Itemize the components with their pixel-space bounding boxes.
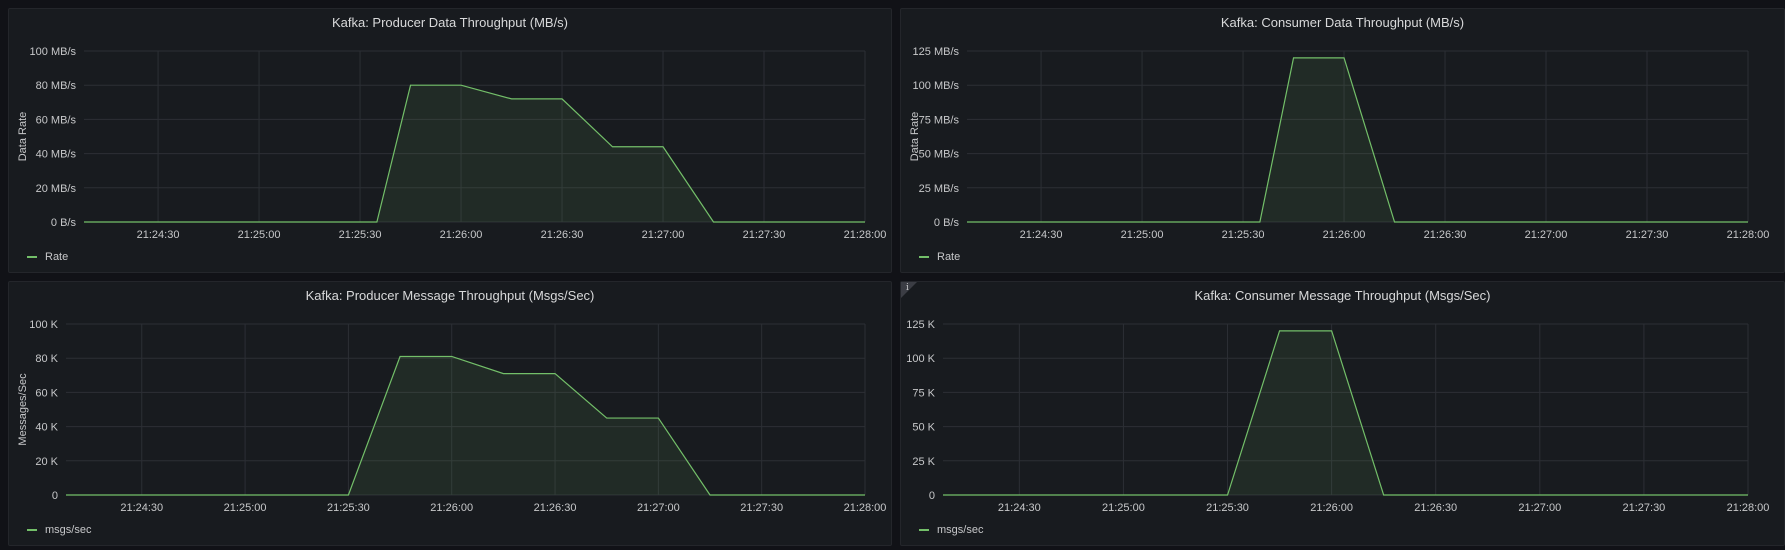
y-tick-label: 100 MB/s: [30, 46, 77, 58]
x-tick-label: 21:27:00: [642, 229, 685, 241]
x-tick-label: 21:25:30: [339, 229, 382, 241]
x-tick-label: 21:26:30: [541, 229, 584, 241]
x-tick-label: 21:24:30: [137, 229, 180, 241]
legend-label: Rate: [937, 251, 961, 263]
x-tick-label: 21:28:00: [1727, 502, 1770, 514]
panel-consumer-data-throughput[interactable]: Kafka: Consumer Data Throughput (MB/s) 0…: [900, 8, 1785, 273]
x-tick-label: 21:26:00: [1310, 502, 1353, 514]
x-tick-label: 21:27:30: [740, 502, 783, 514]
x-tick-label: 21:25:00: [224, 502, 267, 514]
x-tick-label: 21:26:00: [440, 229, 483, 241]
x-tick-label: 21:26:00: [1323, 229, 1366, 241]
y-tick-label: 0 B/s: [51, 217, 77, 229]
x-tick-label: 21:27:00: [1518, 502, 1561, 514]
y-tick-label: 50 K: [912, 422, 935, 434]
y-tick-label: 75 K: [912, 387, 935, 399]
x-tick-label: 21:25:30: [1222, 229, 1265, 241]
y-tick-label: 100 K: [29, 319, 58, 331]
legend-label: Rate: [45, 251, 69, 263]
y-tick-label: 20 MB/s: [36, 183, 77, 195]
legend[interactable]: Rate: [27, 251, 68, 263]
x-tick-label: 21:26:30: [1414, 502, 1457, 514]
legend[interactable]: msgs/sec: [27, 524, 91, 536]
legend[interactable]: msgs/sec: [919, 524, 983, 536]
panel-producer-data-throughput[interactable]: Kafka: Producer Data Throughput (MB/s) 0…: [8, 8, 892, 273]
y-tick-label: 40 MB/s: [36, 149, 77, 161]
legend-color-swatch: [27, 529, 37, 531]
legend-color-swatch: [919, 529, 929, 531]
legend-color-swatch: [919, 256, 929, 258]
y-tick-label: 20 K: [35, 456, 58, 468]
x-tick-label: 21:24:30: [1020, 229, 1063, 241]
x-tick-label: 21:24:30: [120, 502, 163, 514]
legend-label: msgs/sec: [45, 524, 92, 536]
chart-consumer-data-throughput: 0 B/s 25 MB/s 50 MB/s 75 MB/s 100 MB/s 125 MB…: [909, 46, 1770, 241]
x-tick-label: 21:27:00: [637, 502, 680, 514]
x-tick-label: 21:26:00: [430, 502, 473, 514]
legend[interactable]: Rate: [919, 251, 960, 263]
y-tick-label: 80 MB/s: [36, 80, 77, 92]
x-tick-label: 21:25:00: [1102, 502, 1145, 514]
x-tick-label: 21:25:00: [1121, 229, 1164, 241]
y-tick-label: 60 MB/s: [36, 114, 77, 126]
x-tick-label: 21:27:30: [743, 229, 786, 241]
panel-consumer-message-throughput[interactable]: i Kafka: Consumer Message Throughput (Ms…: [900, 281, 1785, 546]
y-tick-label: 60 K: [35, 387, 58, 399]
y-tick-label: 0 B/s: [934, 217, 960, 229]
y-tick-label: 75 MB/s: [919, 114, 960, 126]
y-tick-label: 0: [52, 490, 58, 502]
y-tick-label: 125 MB/s: [913, 46, 960, 58]
series-area-fill: [967, 57, 1748, 223]
series-area-fill: [66, 356, 865, 495]
y-tick-label: 25 K: [912, 456, 935, 468]
x-tick-label: 21:25:30: [327, 502, 370, 514]
y-tick-label: 40 K: [35, 422, 58, 434]
y-tick-label: 25 MB/s: [919, 183, 960, 195]
x-tick-label: 21:26:30: [1424, 229, 1467, 241]
series-area-fill: [943, 330, 1748, 495]
chart-consumer-message-throughput: 0 25 K 50 K 75 K 100 K 125 K 21:24:30 21:25:00 2…: [906, 319, 1770, 514]
y-tick-label: 100 K: [906, 353, 935, 365]
legend-color-swatch: [27, 256, 37, 258]
y-tick-label: 100 MB/s: [913, 80, 960, 92]
x-tick-label: 21:28:00: [844, 502, 887, 514]
y-axis-label: Data Rate: [17, 112, 29, 162]
y-axis-label: Messages/Sec: [17, 373, 29, 446]
legend-label: msgs/sec: [937, 524, 984, 536]
x-tick-label: 21:27:00: [1525, 229, 1568, 241]
x-tick-label: 21:27:30: [1622, 502, 1665, 514]
chart-producer-message-throughput: 0 20 K 40 K 60 K 80 K 100 K 21:24:30 21:25:00 21…: [17, 319, 887, 514]
x-tick-label: 21:25:30: [1206, 502, 1249, 514]
x-tick-label: 21:25:00: [238, 229, 281, 241]
panel-producer-message-throughput[interactable]: Kafka: Producer Message Throughput (Msgs…: [8, 281, 892, 546]
x-tick-label: 21:28:00: [844, 229, 887, 241]
y-tick-label: 0: [929, 490, 935, 502]
y-tick-label: 50 MB/s: [919, 149, 960, 161]
y-tick-label: 80 K: [35, 353, 58, 365]
x-tick-label: 21:26:30: [534, 502, 577, 514]
x-tick-label: 21:27:30: [1626, 229, 1669, 241]
y-axis-label: Data Rate: [909, 112, 921, 162]
y-tick-label: 125 K: [906, 319, 935, 331]
x-tick-label: 21:28:00: [1727, 229, 1770, 241]
x-tick-label: 21:24:30: [998, 502, 1041, 514]
chart-producer-data-throughput: 0 B/s 20 MB/s 40 MB/s 60 MB/s 80 MB/s 100 MB/…: [17, 46, 887, 241]
